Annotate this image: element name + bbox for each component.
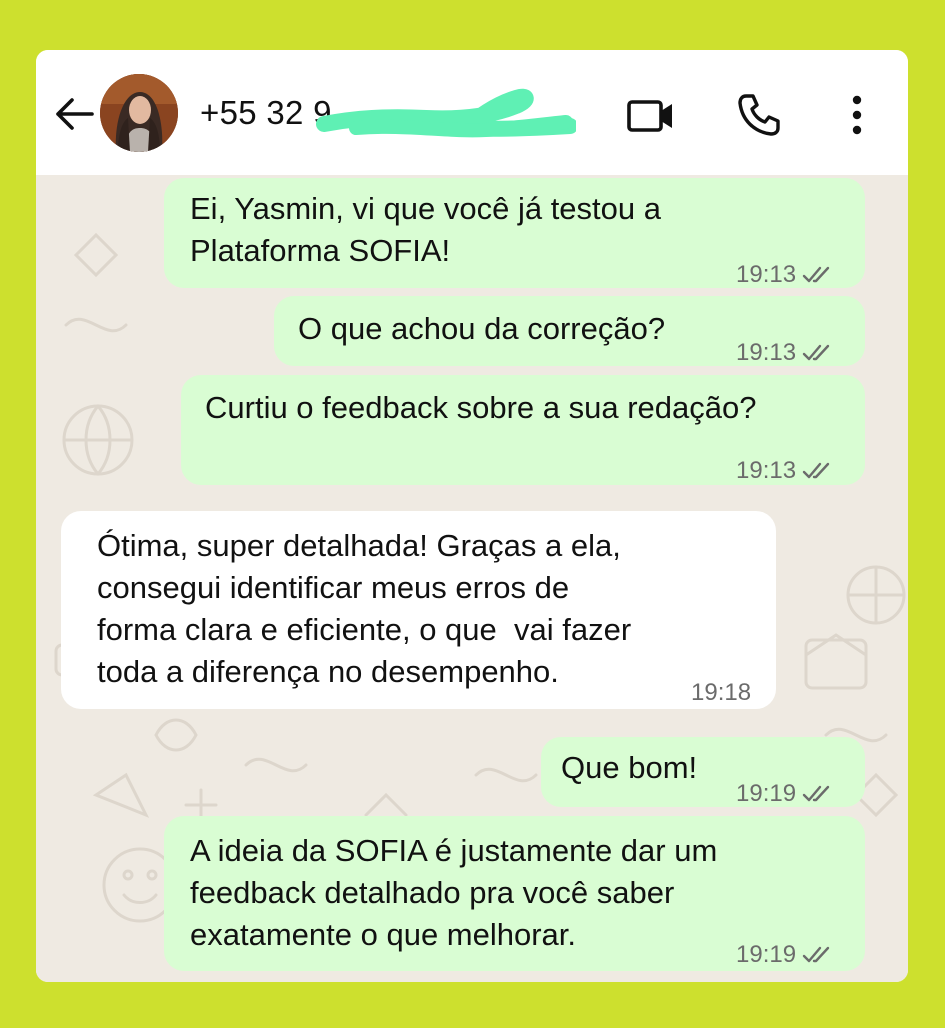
message-meta: 19:18: [691, 672, 751, 714]
message-time: 19:13: [736, 261, 797, 288]
message-text: Ótima, super detalhada! Graças a ela, co…: [97, 528, 632, 689]
message-meta: 19:13: [736, 450, 836, 492]
message-bubble-outgoing[interactable]: A ideia da SOFIA é justamente dar um fee…: [164, 816, 865, 971]
message-bubble-outgoing[interactable]: Curtiu o feedback sobre a sua redação? 1…: [181, 375, 865, 485]
message-meta: 19:19: [736, 934, 836, 976]
message-text: Ei, Yasmin, vi que você já testou a Plat…: [190, 191, 661, 268]
contact-number[interactable]: +55 32 9: [200, 94, 332, 132]
message-time: 19:19: [736, 941, 797, 968]
message-time: 19:18: [691, 679, 752, 706]
message-bubble-incoming[interactable]: Ótima, super detalhada! Graças a ela, co…: [61, 511, 776, 709]
read-receipt-icon: [802, 462, 830, 479]
phone-icon[interactable]: [736, 92, 782, 138]
read-receipt-icon: [802, 785, 830, 802]
message-bubble-outgoing[interactable]: Ei, Yasmin, vi que você já testou a Plat…: [164, 178, 865, 288]
chat-window: +55 32 9 Ei, Yasmin, vi que você já test…: [36, 50, 908, 982]
more-vert-icon[interactable]: [844, 92, 870, 138]
redaction-scribble: [316, 88, 576, 138]
message-time: 19:19: [736, 780, 797, 807]
avatar[interactable]: [100, 74, 178, 152]
message-meta: 19:13: [736, 254, 836, 296]
read-receipt-icon: [802, 344, 830, 361]
message-text: A ideia da SOFIA é justamente dar um fee…: [190, 833, 718, 952]
chat-header: +55 32 9: [36, 50, 908, 175]
message-bubble-outgoing[interactable]: O que achou da correção? 19:13: [274, 296, 865, 366]
message-text: Que bom!: [561, 750, 698, 785]
message-text: O que achou da correção?: [298, 311, 666, 346]
read-receipt-icon: [802, 946, 830, 963]
arrow-left-icon[interactable]: [52, 95, 96, 133]
read-receipt-icon: [802, 266, 830, 283]
message-time: 19:13: [736, 457, 797, 484]
video-call-icon[interactable]: [626, 96, 676, 136]
message-meta: 19:13: [736, 332, 836, 374]
message-time: 19:13: [736, 339, 797, 366]
message-text: Curtiu o feedback sobre a sua redação?: [205, 390, 757, 425]
message-meta: 19:19: [736, 773, 836, 815]
message-list[interactable]: Ei, Yasmin, vi que você já testou a Plat…: [36, 175, 908, 982]
message-bubble-outgoing[interactable]: Que bom! 19:19: [541, 737, 865, 807]
